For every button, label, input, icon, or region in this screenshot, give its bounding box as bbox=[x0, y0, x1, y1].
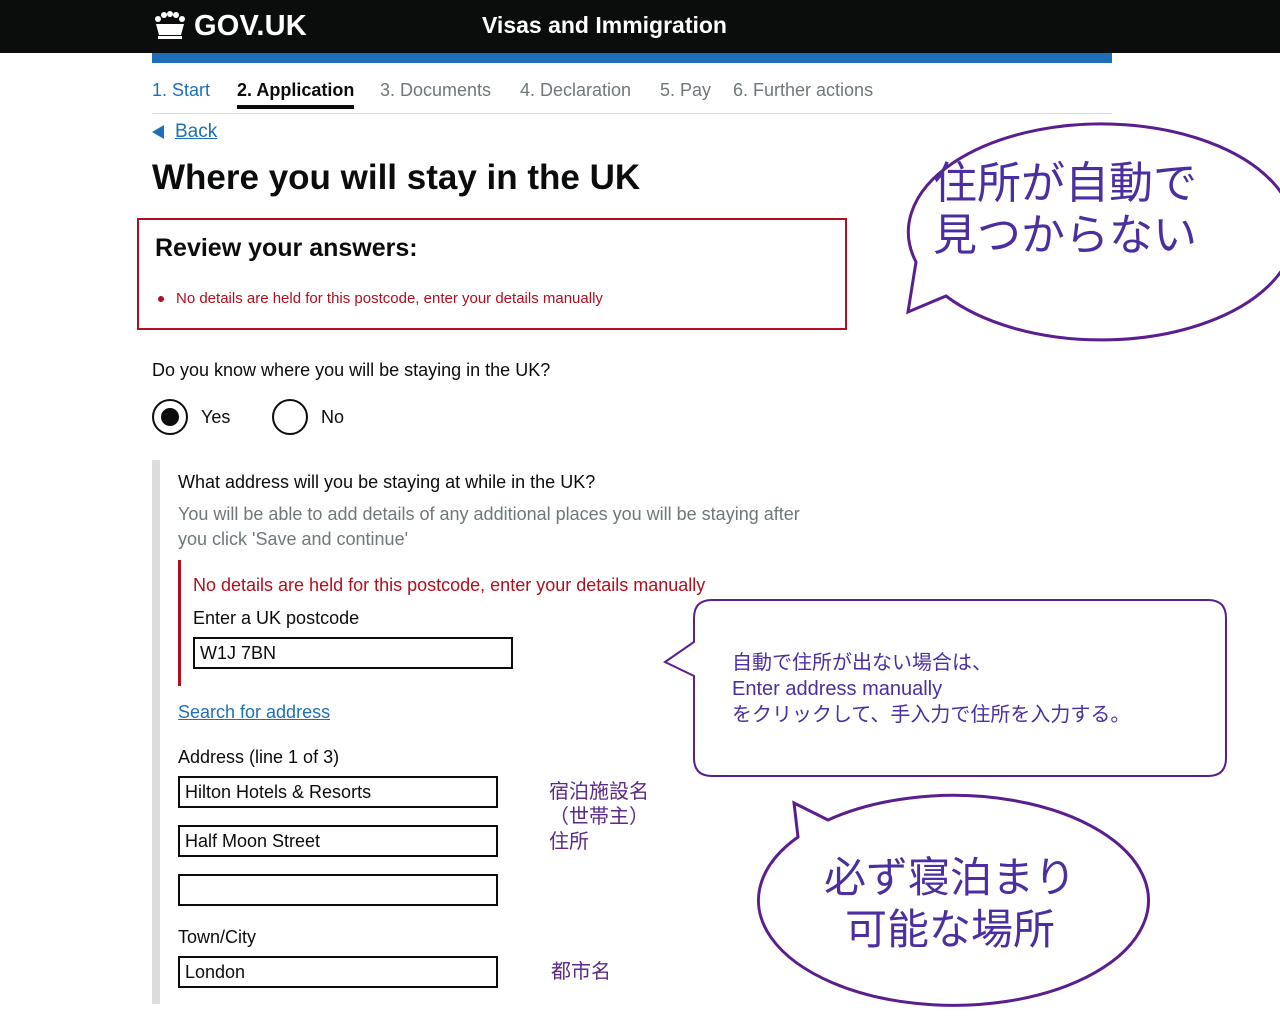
step-navigation: 1. Start 2. Application 3. Documents 4. … bbox=[152, 80, 1112, 114]
back-arrow-icon bbox=[152, 125, 164, 139]
radio-no[interactable]: No bbox=[272, 399, 344, 435]
postcode-error-border bbox=[178, 560, 181, 686]
radio-yes-label[interactable]: Yes bbox=[201, 407, 230, 428]
step-application: 2. Application bbox=[237, 80, 355, 109]
step-further-actions: 6. Further actions bbox=[733, 80, 874, 100]
note-address: 住所 bbox=[549, 831, 589, 853]
govuk-logo[interactable]: GOV.UK bbox=[152, 8, 307, 44]
crown-icon bbox=[155, 11, 185, 39]
annotation-note-facility: 宿泊施設名 （世帯主） 住所 bbox=[549, 780, 649, 855]
conditional-reveal-border bbox=[152, 460, 160, 1004]
bubble-top-text: 住所が自動で 見つからない bbox=[905, 158, 1225, 262]
step-declaration: 4. Declaration bbox=[520, 80, 632, 100]
postcode-input[interactable]: W1J 7BN bbox=[193, 637, 513, 669]
town-label: Town/City bbox=[178, 927, 257, 947]
address-hint: You will be able to add details of any a… bbox=[178, 504, 800, 549]
bubble-middle-line2: Enter address manually bbox=[732, 678, 943, 700]
postcode-error-message: No details are held for this postcode, e… bbox=[193, 575, 706, 595]
error-summary: Review your answers: No details are held… bbox=[137, 218, 847, 330]
step-start[interactable]: 1. Start bbox=[152, 80, 210, 101]
bubble-middle-text: 自動で住所が出ない場合は、 Enter address manually をクリ… bbox=[732, 650, 1212, 728]
note-facility-name: 宿泊施設名 bbox=[549, 781, 649, 803]
address-line3-input[interactable] bbox=[178, 874, 498, 906]
address-line1-input[interactable]: Hilton Hotels & Resorts bbox=[178, 776, 498, 808]
govuk-header: GOV.UK Visas and Immigration bbox=[0, 0, 1280, 53]
bubble-bottom-line1: 必ず寝泊まり bbox=[823, 854, 1076, 901]
step-pay: 5. Pay bbox=[660, 80, 712, 100]
back-link-text[interactable]: Back bbox=[175, 121, 217, 143]
error-summary-item[interactable]: No details are held for this postcode, e… bbox=[176, 290, 603, 307]
radio-no-label[interactable]: No bbox=[321, 407, 344, 428]
error-summary-heading: Review your answers: bbox=[155, 234, 418, 262]
error-bullet-icon bbox=[158, 296, 164, 302]
bubble-middle-line3: をクリックして、手入力で住所を入力する。 bbox=[732, 704, 1131, 726]
postcode-label: Enter a UK postcode bbox=[193, 608, 360, 628]
step-documents: 3. Documents bbox=[380, 80, 492, 100]
address-line1-label: Address (line 1 of 3) bbox=[178, 747, 340, 767]
bubble-top-line1: 住所が自動で bbox=[933, 159, 1197, 208]
address-question: What address will you be staying at whil… bbox=[178, 472, 596, 492]
note-householder: （世帯主） bbox=[549, 806, 649, 828]
stay-question-label: Do you know where you will be staying in… bbox=[152, 360, 551, 380]
address-line2-input[interactable]: Half Moon Street bbox=[178, 825, 498, 857]
logo-text: GOV.UK bbox=[194, 9, 307, 42]
bubble-middle-line1: 自動で住所が出ない場合は、 bbox=[732, 652, 992, 674]
bubble-top-line2: 見つからない bbox=[933, 211, 1197, 260]
radio-yes[interactable]: Yes bbox=[152, 399, 230, 435]
radio-no-control[interactable] bbox=[272, 399, 308, 435]
header-accent-bar bbox=[152, 53, 1112, 63]
search-for-address-link[interactable]: Search for address bbox=[178, 702, 330, 723]
back-link[interactable]: Back bbox=[152, 121, 217, 143]
page-title: Where you will stay in the UK bbox=[152, 158, 641, 197]
bubble-bottom-line2: 可能な場所 bbox=[844, 906, 1055, 953]
bubble-bottom-text: 必ず寝泊まり 可能な場所 bbox=[795, 852, 1105, 956]
annotation-note-city: 都市名 bbox=[551, 961, 611, 983]
radio-yes-control[interactable] bbox=[152, 399, 188, 435]
service-name[interactable]: Visas and Immigration bbox=[482, 12, 727, 39]
town-input[interactable]: London bbox=[178, 956, 498, 988]
